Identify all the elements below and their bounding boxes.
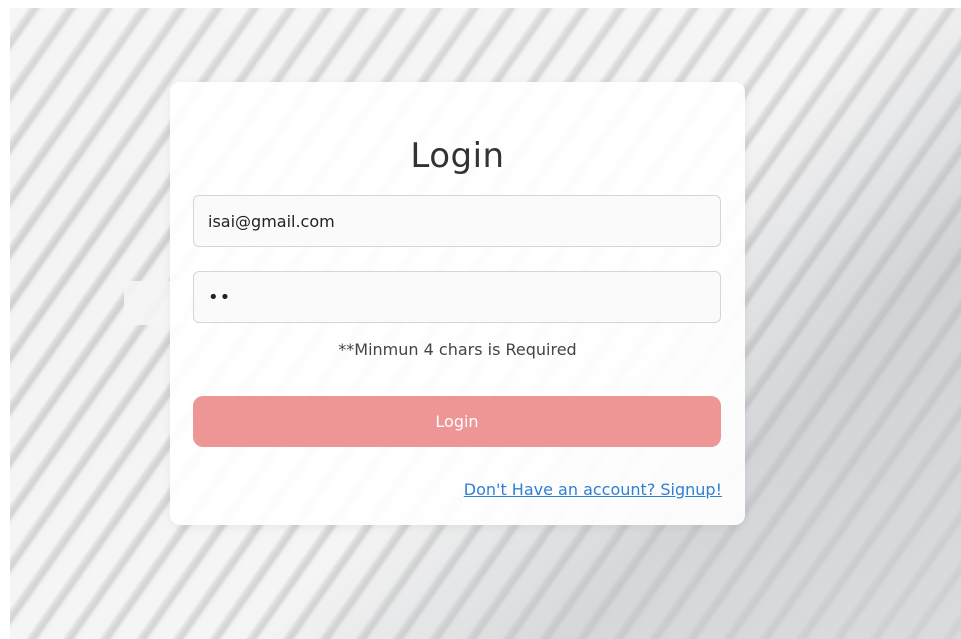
validation-message: **Minmun 4 chars is Required: [338, 340, 577, 359]
email-input[interactable]: [193, 195, 721, 247]
signup-link[interactable]: Don't Have an account? Signup!: [464, 480, 722, 499]
login-title: Login: [410, 136, 505, 176]
login-card: Login **Minmun 4 chars is Required Login…: [170, 82, 745, 525]
page-background: Login **Minmun 4 chars is Required Login…: [10, 8, 961, 639]
password-input[interactable]: [193, 271, 721, 323]
login-button[interactable]: Login: [193, 396, 721, 447]
